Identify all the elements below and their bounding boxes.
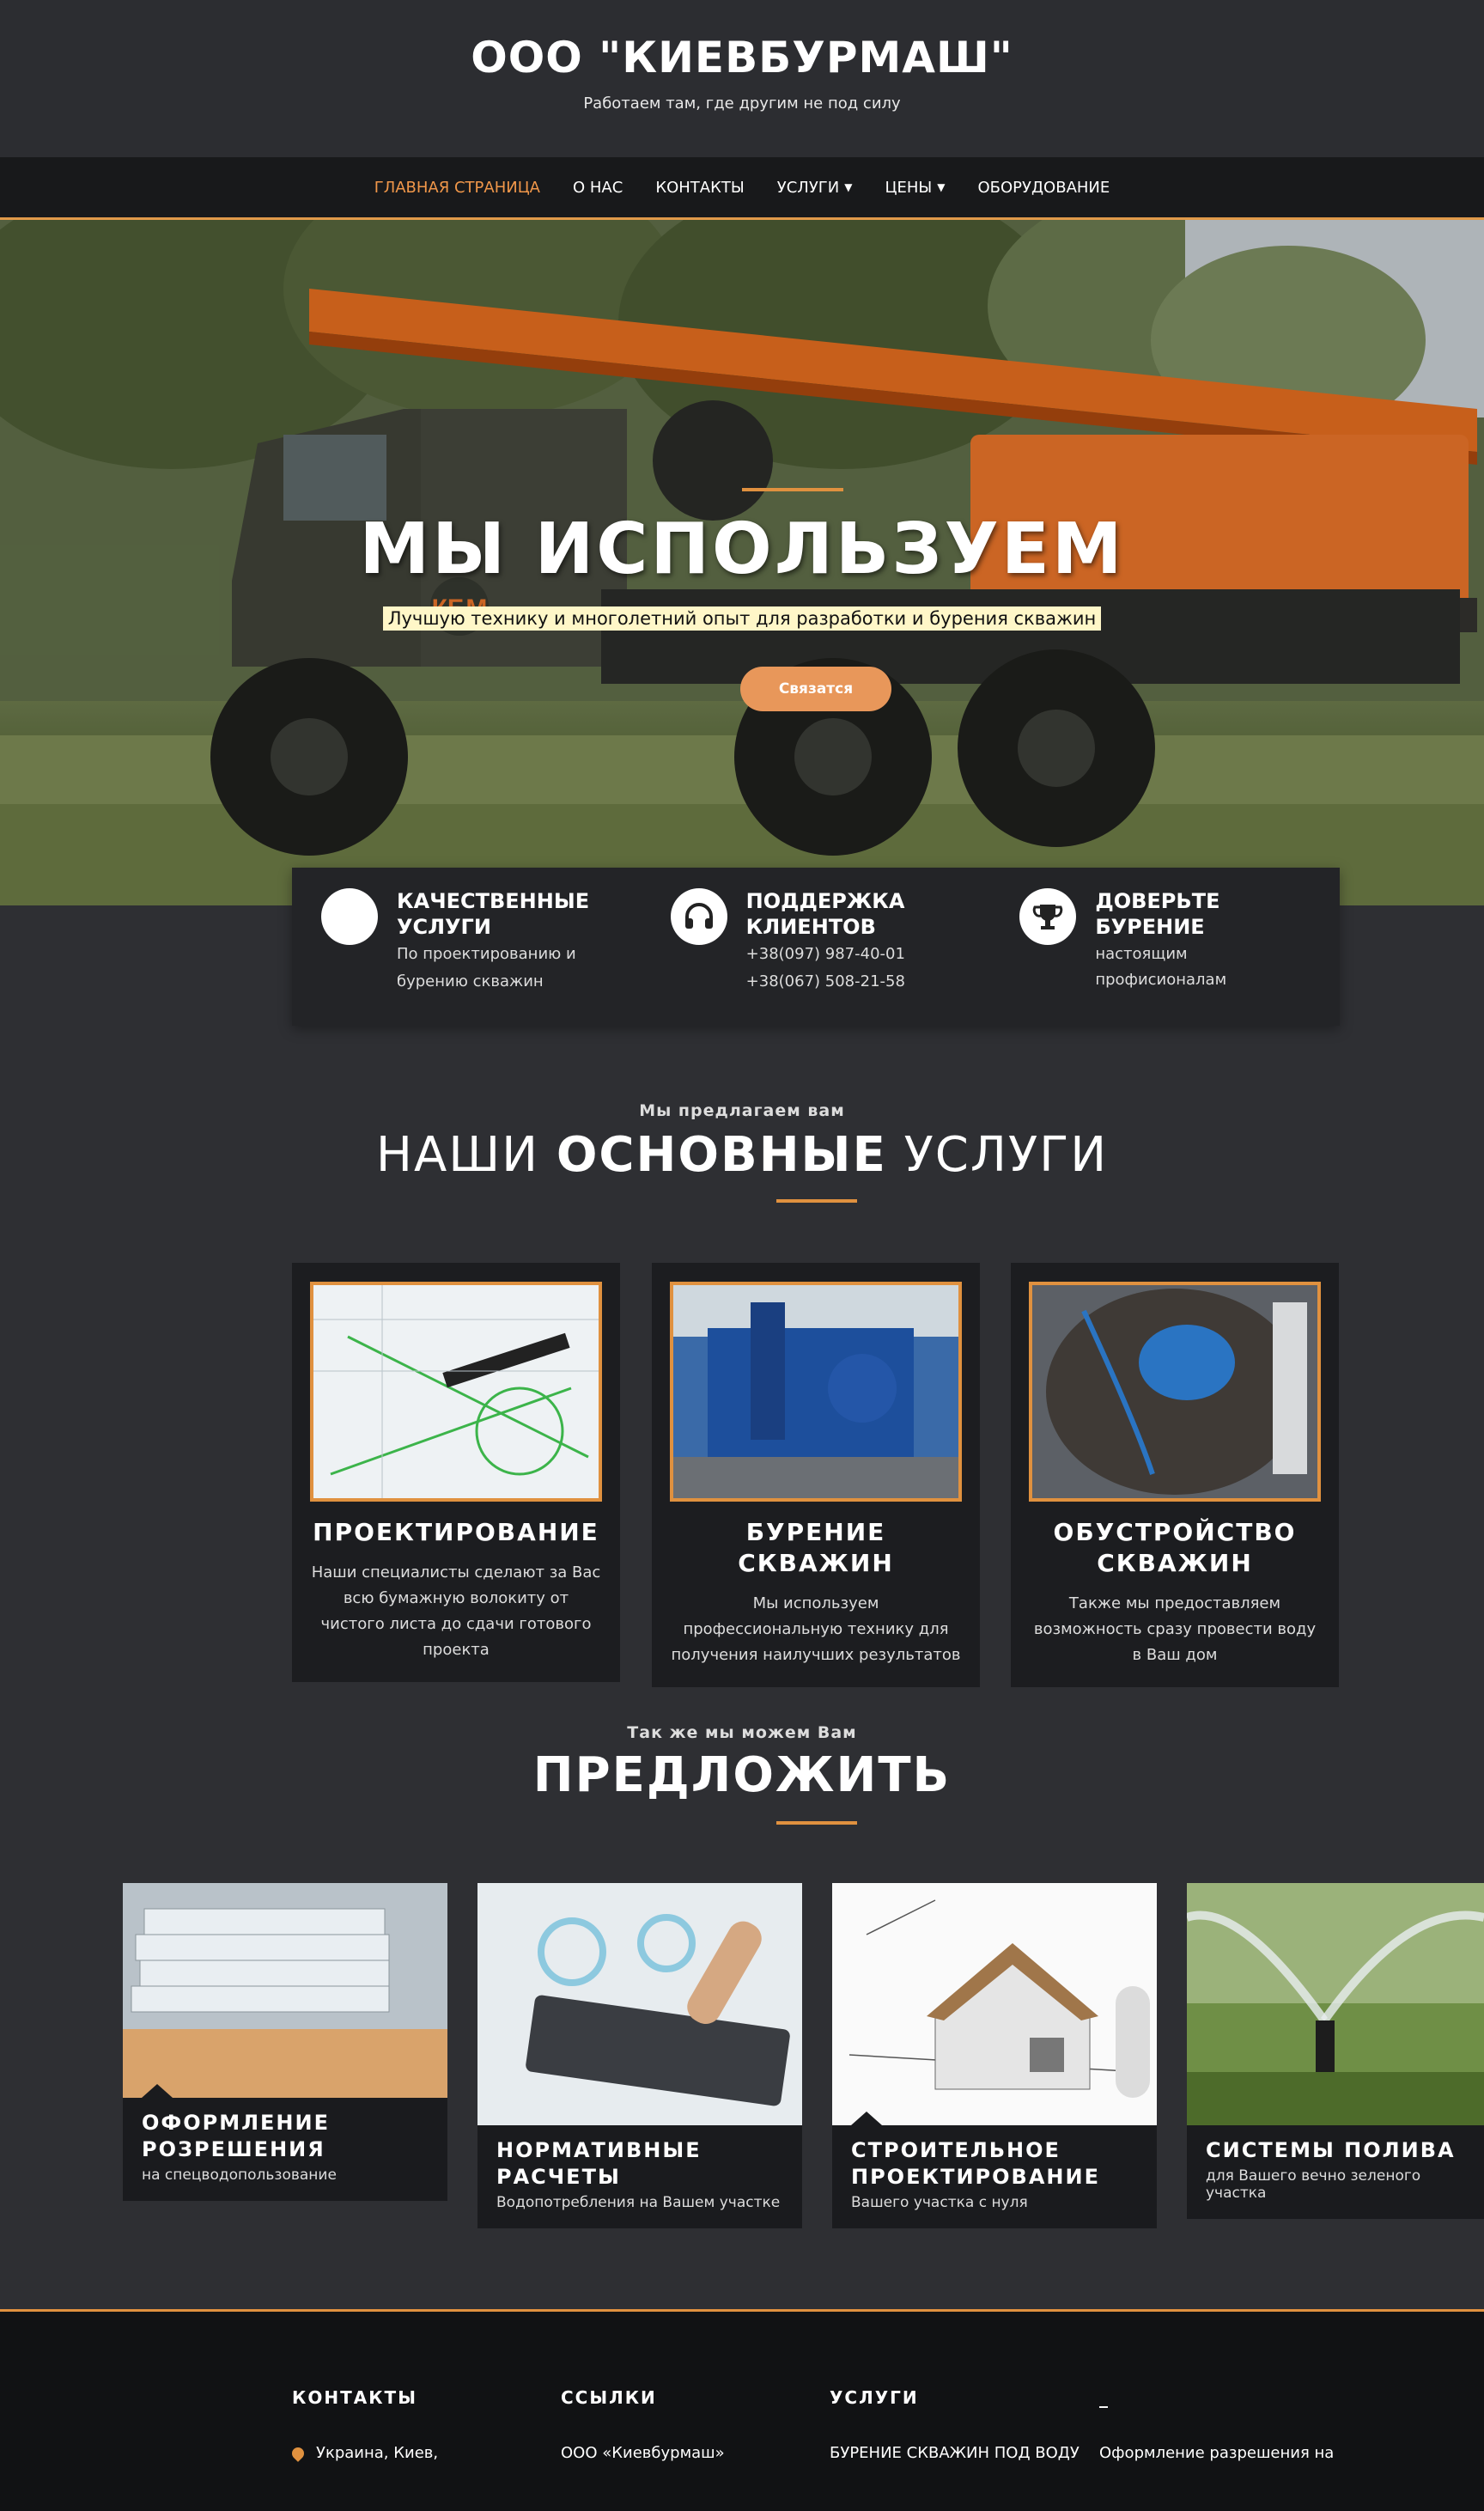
site-tagline: Работаем там, где другим не под силу [583,94,901,113]
circle-icon [321,888,378,945]
offer-text: Водопотребления на Вашем участке [496,2194,781,2211]
hero-title: МЫ ИСПОЛЬЗУЕМ [359,509,1125,590]
site-footer: КОНТАКТЫ Украина, Киев, ССЫЛКИ ООО «Киев… [0,2309,1484,2511]
footer-link[interactable]: ООО «Киевбурмаш» [561,2444,725,2462]
footer-col-title: УСЛУГИ [830,2387,919,2408]
offer-notch [851,2112,882,2125]
service-card-arrangement[interactable]: ОБУСТРОЙСТВО СКВАЖИН Также мы предоставл… [1011,1263,1339,1687]
feature-title: ПОДДЕРЖКА КЛИЕНТОВ [745,889,905,939]
sprinkler-image [1187,1883,1484,2125]
nav-item-home[interactable]: ГЛАВНАЯ СТРАНИЦА [374,179,540,197]
caret-down-icon: ▼ [844,180,853,193]
service-card-drilling[interactable]: БУРЕНИЕ СКВАЖИН Мы используем профессион… [652,1263,980,1687]
caret-down-icon: ▼ [937,180,946,193]
nav-item-prices[interactable]: ЦЕНЫ ▼ [885,179,945,197]
service-card-design[interactable]: ПРОЕКТИРОВАНИЕ Наши специалисты сделают … [292,1263,620,1682]
offer-notch [142,2084,173,2098]
footer-address-text: Украина, Киев, [316,2444,439,2462]
nav-item-label: ЦЕНЫ [885,178,933,197]
footer-col-links: ССЫЛКИ ООО «Киевбурмаш» [561,2387,725,2462]
offers-title: ПРЕДЛОЖИТЬ [532,1747,952,1803]
main-nav: ГЛАВНАЯ СТРАНИЦА О НАС КОНТАКТЫ УСЛУГИ ▼ … [0,157,1484,220]
services-title-part1: НАШИ [375,1127,556,1183]
nav-item-label: ОБОРУДОВАНИЕ [977,178,1110,197]
features-panel: КАЧЕСТВЕННЫЕ УСЛУГИ По проектированию и … [292,868,1340,1026]
services-title-part3: УСЛУГИ [886,1127,1109,1183]
service-title: ОБУСТРОЙСТВО СКВАЖИН [1053,1518,1297,1577]
site-header: ООО "КИЕВБУРМАШ" Работаем там, где други… [0,0,1484,157]
offer-text: на спецводопользование [142,2167,337,2184]
footer-address: Украина, Киев, [289,2444,439,2462]
footer-col-title: КОНТАКТЫ [292,2387,417,2408]
offer-card-construction[interactable]: СТРОИТЕЛЬНОЕ ПРОЕКТИРОВАНИЕ Вашего участ… [832,1883,1157,2228]
feature-text-line: По проектированию и [397,945,576,963]
feature-text-line: настоящим профисионалам [1095,945,1227,989]
contact-button[interactable]: Связатся [740,667,891,711]
service-text: Наши специалисты сделают за Вас всю бума… [311,1563,601,1659]
drilling-rig-image [670,1282,962,1502]
offer-card-irrigation[interactable]: СИСТЕМЫ ПОЛИВА для Вашего вечно зеленого… [1187,1883,1484,2219]
service-text: Мы используем профессиональную технику д… [671,1594,961,1664]
services-title-part2: ОСНОВНЫЕ [556,1127,887,1183]
footer-link[interactable]: Оформление разрешения на [1099,2444,1334,2462]
feature-title: ДОВЕРЬТЕ БУРЕНИЕ [1095,889,1220,939]
offers-kicker: Так же мы можем Вам [627,1723,857,1742]
trophy-icon [1019,888,1077,945]
calculator-image [477,1883,802,2125]
services-title-rule [776,1199,857,1203]
services-title: НАШИ ОСНОВНЫЕ УСЛУГИ [0,1127,1484,1183]
feature-title: КАЧЕСТВЕННЫЕ УСЛУГИ [397,889,590,939]
documents-image [123,1883,447,2098]
hero-title-rule [742,488,843,491]
site-title[interactable]: ООО "КИЕВБУРМАШ" [0,0,1484,82]
map-pin-icon [289,2445,307,2462]
feature-support: ПОДДЕРЖКА КЛИЕНТОВ +38(097) 987-40-01 +3… [642,868,991,1026]
offer-title: СТРОИТЕЛЬНОЕ ПРОЕКТИРОВАНИЕ [851,2138,1100,2189]
offer-title: СИСТЕМЫ ПОЛИВА [1206,2138,1456,2162]
offers-title-rule [776,1821,857,1825]
footer-col-services: УСЛУГИ БУРЕНИЕ СКВАЖИН ПОД ВОДУ [830,2387,1080,2462]
nav-item-contacts[interactable]: КОНТАКТЫ [655,179,744,197]
nav-item-label: УСЛУГИ [776,178,840,197]
footer-col-contacts: КОНТАКТЫ Украина, Киев, [289,2387,439,2462]
footer-link[interactable]: БУРЕНИЕ СКВАЖИН ПОД ВОДУ [830,2444,1080,2462]
footer-col-extra: _ Оформление разрешения на [1099,2387,1334,2462]
nav-item-label: КОНТАКТЫ [655,178,745,197]
feature-text-line: бурению скважин [397,972,544,990]
nav-item-about[interactable]: О НАС [573,179,623,197]
nav-item-services[interactable]: УСЛУГИ ▼ [777,179,853,197]
footer-col-title: ССЫЛКИ [561,2387,657,2408]
offer-title: НОРМАТИВНЫЕ РАСЧЕТЫ [496,2138,702,2189]
feature-quality: КАЧЕСТВЕННЫЕ УСЛУГИ По проектированию и … [292,868,642,1026]
offer-text: для Вашего вечно зеленого участка [1206,2167,1421,2202]
offer-title: ОФОРМЛЕНИЕ РОЗРЕШЕНИЯ [142,2111,330,2161]
phone-number[interactable]: +38(067) 508-21-58 [746,969,970,995]
house-sketch-image [832,1883,1157,2125]
offer-card-permit[interactable]: ОФОРМЛЕНИЕ РОЗРЕШЕНИЯ на спецводопользов… [123,1883,447,2201]
nav-item-label: О НАС [573,178,623,197]
service-title: ПРОЕКТИРОВАНИЕ [313,1518,599,1546]
hero-banner: КБМ МЫ ИСПОЛЬЗУЕМ Лучшую технику и много… [0,220,1484,905]
service-title: БУРЕНИЕ СКВАЖИН [738,1518,894,1577]
offer-text: Вашего участка с нуля [851,2194,1028,2211]
blueprint-image [310,1282,602,1502]
offer-card-calculations[interactable]: НОРМАТИВНЫЕ РАСЧЕТЫ Водопотребления на В… [477,1883,802,2228]
nav-item-equipment[interactable]: ОБОРУДОВАНИЕ [977,179,1110,197]
hero-subtitle: Лучшую технику и многолетний опыт для ра… [382,606,1102,631]
phone-number[interactable]: +38(097) 987-40-01 [746,942,970,967]
services-kicker: Мы предлагаем вам [639,1101,845,1120]
hero-subtitle-wrap: Лучшую технику и многолетний опыт для ра… [0,606,1484,631]
nav-item-label: ГЛАВНАЯ СТРАНИЦА [374,178,540,197]
footer-col-title: _ [1099,2387,1110,2408]
headphones-icon [670,888,727,945]
feature-trust: ДОВЕРЬТЕ БУРЕНИЕ настоящим профисионалам [990,868,1340,1026]
service-text: Также мы предоставляем возможность сразу… [1033,1594,1317,1664]
well-equipment-image [1029,1282,1321,1502]
